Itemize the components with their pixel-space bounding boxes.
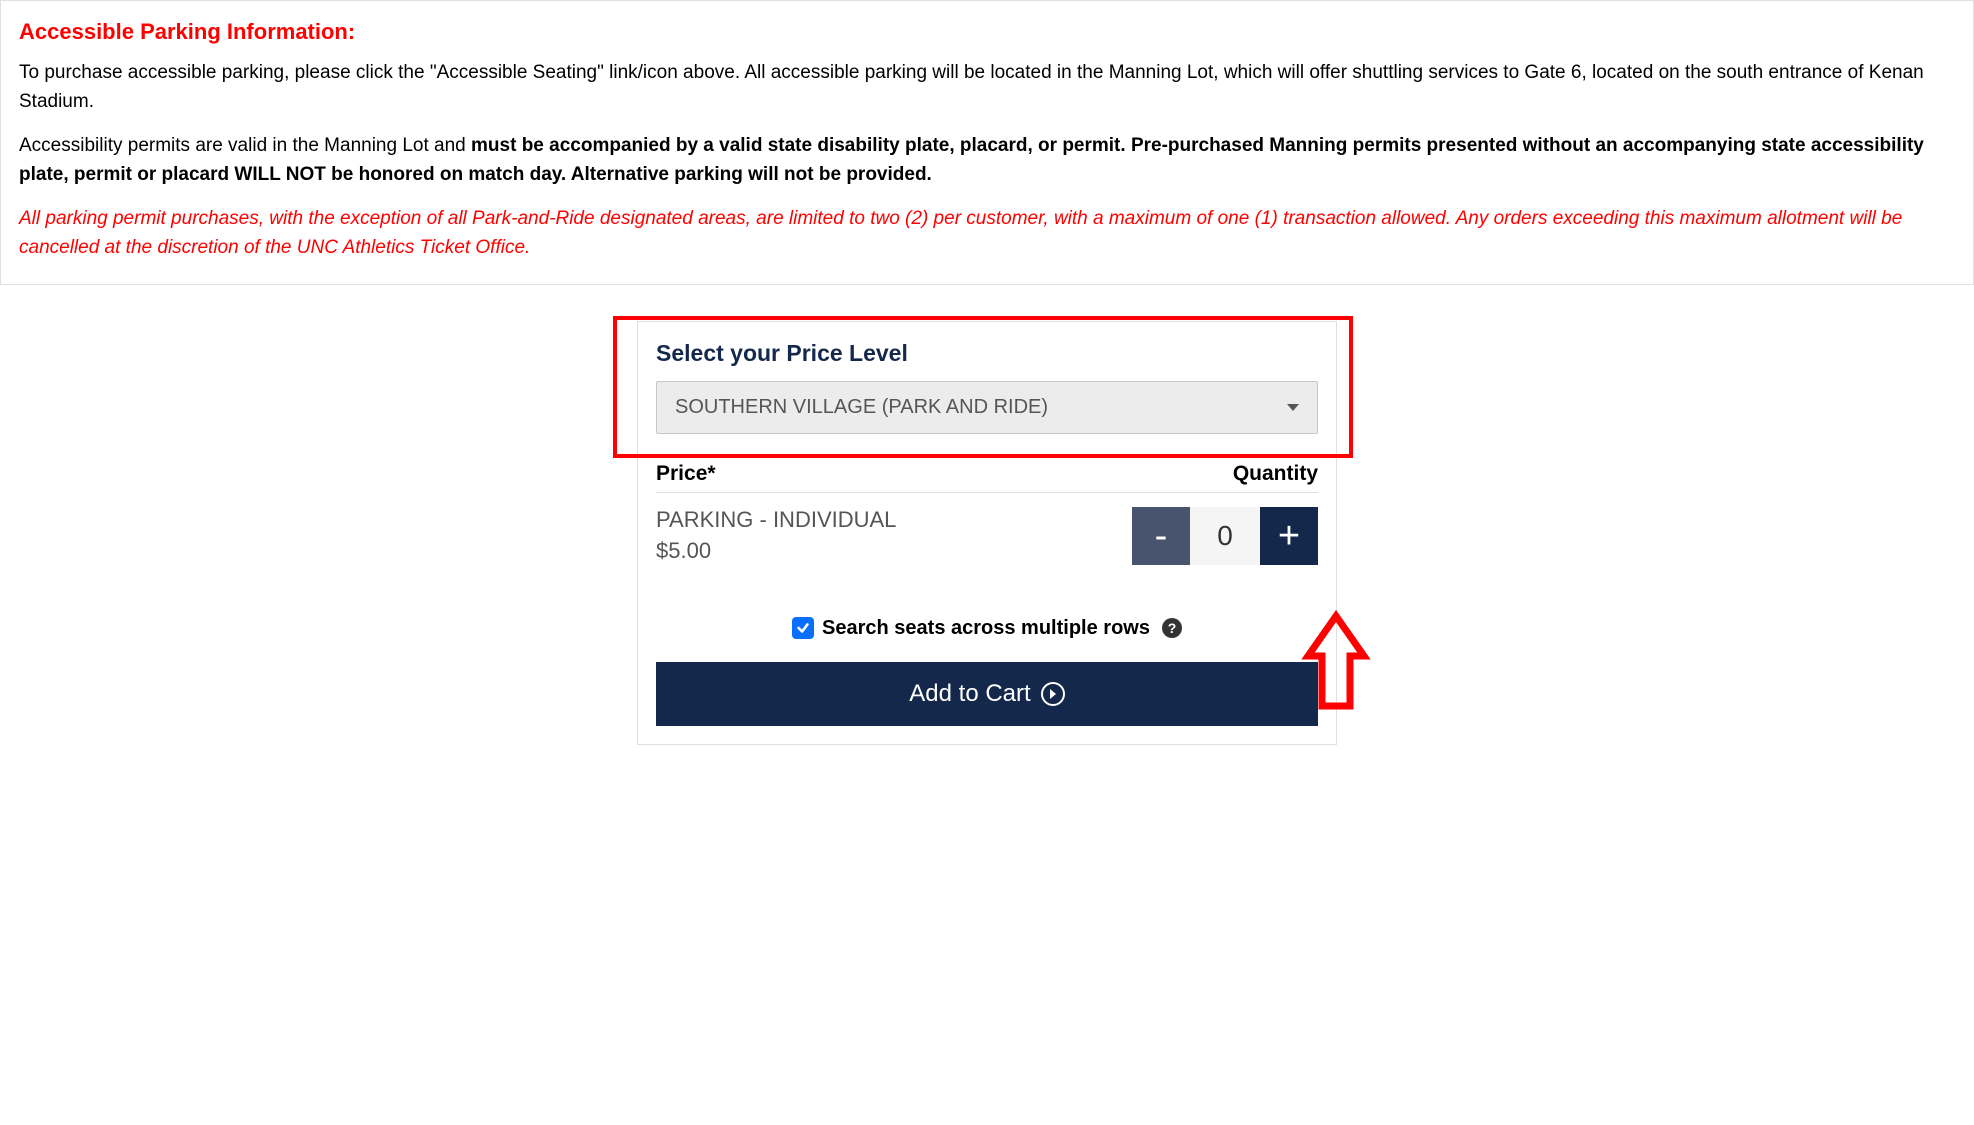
info-paragraph-1: To purchase accessible parking, please c… — [19, 59, 1955, 116]
selector-inner: Select your Price Level SOUTHERN VILLAGE… — [638, 322, 1336, 744]
info-paragraph-2: Accessibility permits are valid in the M… — [19, 132, 1955, 189]
quantity-stepper: - 0 + — [1132, 507, 1318, 565]
price-item-price: $5.00 — [656, 536, 896, 567]
selector-wrapper: Select your Price Level SOUTHERN VILLAGE… — [0, 321, 1974, 745]
dropdown-selected-value: SOUTHERN VILLAGE (PARK AND RIDE) — [675, 396, 1048, 419]
select-price-level-title: Select your Price Level — [656, 340, 1318, 367]
multi-row-checkbox-label: Search seats across multiple rows — [822, 617, 1150, 640]
price-item-name: PARKING - INDIVIDUAL — [656, 505, 896, 536]
price-item-info: PARKING - INDIVIDUAL $5.00 — [656, 505, 896, 567]
add-to-cart-label: Add to Cart — [909, 680, 1030, 708]
quantity-header-label: Quantity — [1233, 462, 1318, 486]
quantity-value: 0 — [1190, 507, 1260, 565]
help-icon[interactable]: ? — [1162, 618, 1182, 638]
checkmark-icon — [796, 621, 810, 635]
price-level-dropdown[interactable]: SOUTHERN VILLAGE (PARK AND RIDE) — [656, 381, 1318, 434]
quantity-increase-button[interactable]: + — [1260, 507, 1318, 565]
info-title: Accessible Parking Information: — [19, 19, 1955, 45]
quantity-decrease-button[interactable]: - — [1132, 507, 1190, 565]
multi-row-checkbox[interactable] — [792, 617, 814, 639]
multi-row-checkbox-row: Search seats across multiple rows ? — [656, 617, 1318, 640]
add-to-cart-button[interactable]: Add to Cart — [656, 662, 1318, 726]
price-item-row: PARKING - INDIVIDUAL $5.00 - 0 + — [656, 505, 1318, 567]
info-paragraph-3: All parking permit purchases, with the e… — [19, 205, 1955, 262]
price-quantity-header: Price* Quantity — [656, 462, 1318, 493]
info-p2-prefix: Accessibility permits are valid in the M… — [19, 135, 471, 156]
price-level-panel: Select your Price Level SOUTHERN VILLAGE… — [637, 321, 1337, 745]
accessible-parking-info-panel: Accessible Parking Information: To purch… — [0, 0, 1974, 285]
price-header-label: Price* — [656, 462, 716, 486]
chevron-right-circle-icon — [1041, 682, 1065, 706]
chevron-down-icon — [1287, 404, 1299, 411]
